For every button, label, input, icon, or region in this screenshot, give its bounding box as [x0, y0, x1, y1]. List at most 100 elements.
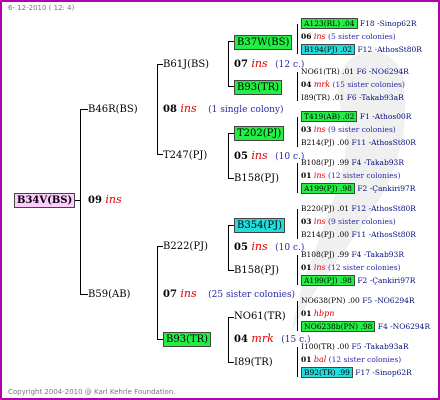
l4-g5-line-a: F12 -AthosSt80R — [351, 204, 416, 213]
l4-g7-mark: hbpn — [313, 309, 335, 318]
l2c-vline — [228, 225, 229, 270]
l4-g1-queen-b[interactable]: B194(PJ) .02 — [301, 44, 356, 55]
timestamp: 6- 12-2010 ( 12: 4) — [8, 4, 75, 12]
l4-g1-gen: 06 — [301, 32, 312, 41]
l1-top-hline — [80, 109, 88, 110]
l4-group-8: I100(TR) .00 F5 -Takab93aR 01 bal (12 si… — [301, 342, 412, 378]
b59-vline — [157, 246, 158, 340]
l4-bracket-5 — [297, 209, 298, 239]
l4-g6-queen-b[interactable]: A199(PJ) .98 — [301, 275, 355, 286]
l4-group-6: B108(PJ) .99 F4 -Takab93R 01 ins (12 sis… — [301, 250, 415, 286]
l2-gen-2: 05 ins (10 c.) — [234, 149, 304, 162]
l4-g8-gen: 01 — [301, 355, 312, 364]
l4-bracket-8 — [297, 347, 298, 377]
l4-g3-queen-a[interactable]: T419(AB) .02 — [301, 111, 358, 122]
l4-g6-note: (12 sister colonies) — [328, 263, 401, 272]
l4-g2-queen-b[interactable]: I89(TR) .01 — [301, 93, 344, 102]
l4-g6-queen-a[interactable]: B108(PJ) .99 — [301, 250, 349, 259]
l4-g3-mark: ins — [313, 125, 326, 134]
l2-gen-2-note: (10 c.) — [275, 152, 305, 162]
l3-queen-6[interactable]: B158(PJ) — [234, 264, 279, 277]
l2a-vline — [228, 41, 229, 86]
l4-g2-queen-a[interactable]: NO61(TR) .01 — [301, 67, 354, 76]
l2-gen-3-mark: ins — [251, 240, 268, 253]
l1-queen-dam[interactable]: B59(AB) — [88, 288, 130, 301]
l3-queen-3[interactable]: T202(PJ) — [234, 126, 285, 141]
l4-g3-line-a: F1 -Athos00R — [359, 112, 412, 121]
l3-queen-2[interactable]: B93(TR) — [234, 80, 283, 95]
l4-g2-gen: 04 — [301, 80, 312, 89]
l4-g4-line-a: F4 -Takab93R — [351, 158, 404, 167]
l2-gen-1: 07 ins (12 c.) — [234, 57, 304, 70]
l4-g2-line-b: F6 -Takab93aR — [346, 93, 404, 102]
l3-queen-7[interactable]: NO61(TR) — [234, 310, 286, 323]
l4-g7-gen: 01 — [301, 309, 312, 318]
l4-g7-queen-b[interactable]: NO6238b(PN) .98 — [301, 321, 376, 332]
l4-g5-line-b: F11 -AthosSt80R — [351, 230, 416, 239]
l4-g1-queen-a[interactable]: A123(RL) .04 — [301, 18, 358, 29]
l4-g3-gen: 03 — [301, 125, 312, 134]
l4-g4-queen-a[interactable]: B108(PJ) .99 — [301, 158, 349, 167]
l2d-vline — [228, 317, 229, 362]
l4-g8-line-b: F17 -Sinop62R — [355, 368, 412, 377]
l2-queen-1[interactable]: B61J(BS) — [163, 58, 209, 71]
l4-g1-line-a: F18 -Sinop62R — [359, 19, 417, 28]
l4-g5-note: (9 sister colonies) — [328, 217, 396, 226]
l3-queen-8[interactable]: I89(TR) — [234, 356, 273, 369]
l2-gen-4: 04 mrk (15 c.) — [234, 332, 311, 345]
l1-sire-mark: ins — [180, 102, 197, 115]
l2-gen-4-mark: mrk — [251, 332, 274, 345]
l4-g5-queen-b[interactable]: B214(PJ) .00 — [301, 230, 349, 239]
root-queen[interactable]: B34V(BS) — [14, 193, 76, 208]
l4-g4-gen: 01 — [301, 171, 312, 180]
l1-dam-mark: ins — [180, 287, 197, 300]
l4-g4-line-b: F2 -Çankiri97R — [357, 184, 416, 193]
l4-g8-queen-b[interactable]: B92(TR) .99 — [301, 367, 353, 378]
l4-bracket-3 — [297, 117, 298, 147]
l4-group-1: A123(RL) .04 F18 -Sinop62R 06 ins (5 sis… — [301, 18, 422, 55]
l4-bracket-6 — [297, 255, 298, 285]
l4-g4-queen-b[interactable]: A199(PJ) .98 — [301, 183, 355, 194]
root-mark: ins — [105, 193, 122, 206]
l4-g8-mark: bal — [313, 355, 327, 364]
l1-sire-generation: 08 ins (1 single colony) — [163, 102, 284, 115]
l4-bracket-4 — [297, 163, 298, 193]
l3-queen-1[interactable]: B37W(BS) — [234, 35, 293, 50]
l2-gen-3-note: (10 c.) — [275, 243, 305, 253]
l1-bot-hline — [80, 294, 88, 295]
root-vline — [80, 109, 81, 295]
l4-g2-line-a: F6 -NO6294R — [356, 67, 409, 76]
l2-gen-2-number: 05 — [234, 151, 248, 162]
l4-g1-mark: ins — [313, 32, 326, 41]
l4-g7-queen-a[interactable]: NO638(PN) .00 — [301, 296, 360, 305]
l1-sire-note: (1 single colony) — [208, 105, 284, 115]
l4-g7-line-b: F4 -NO6294R — [377, 322, 431, 331]
l2-gen-2-mark: ins — [251, 149, 268, 162]
l4-g7-line-a: F5 -NO6294R — [362, 296, 415, 305]
b46r-vline — [157, 64, 158, 154]
l2-queen-4[interactable]: B93(TR) — [163, 332, 212, 347]
l1-dam-generation: 07 ins (25 sister colonies) — [163, 287, 295, 300]
l2-gen-1-number: 07 — [234, 59, 248, 70]
l4-g3-queen-b[interactable]: B214(PJ) .00 — [301, 138, 349, 147]
l3-queen-4[interactable]: B158(PJ) — [234, 172, 279, 185]
l1-queen-sire[interactable]: B46R(BS) — [88, 103, 138, 116]
l4-g5-queen-a[interactable]: B220(PJ) .01 — [301, 204, 349, 213]
l4-group-5: B220(PJ) .01 F12 -AthosSt80R 03 ins (9 s… — [301, 204, 416, 240]
l4-group-3: T419(AB) .02 F1 -Athos00R 03 ins (9 sist… — [301, 111, 416, 148]
l4-g5-gen: 03 — [301, 217, 312, 226]
l2-queen-2[interactable]: T247(PJ) — [163, 149, 207, 162]
l4-g8-note: (12 sister colonies) — [328, 355, 402, 364]
l4-bracket-2 — [297, 72, 298, 101]
l2-gen-3: 05 ins (10 c.) — [234, 240, 304, 253]
l4-g8-queen-a[interactable]: I100(TR) .00 — [301, 342, 349, 351]
l4-group-7: NO638(PN) .00 F5 -NO6294R 01 hbpn NO6238… — [301, 296, 430, 332]
l2-gen-1-mark: ins — [251, 57, 268, 70]
l1-dam-note: (25 sister colonies) — [208, 290, 296, 300]
l2-gen-1-note: (12 c.) — [275, 60, 305, 70]
l2-gen-4-number: 04 — [234, 334, 248, 345]
l2b-vline — [228, 133, 229, 178]
l3-queen-5[interactable]: B354(PJ) — [234, 218, 285, 233]
root-gen-number: 09 — [88, 195, 102, 206]
l2-queen-3[interactable]: B222(PJ) — [163, 240, 208, 253]
